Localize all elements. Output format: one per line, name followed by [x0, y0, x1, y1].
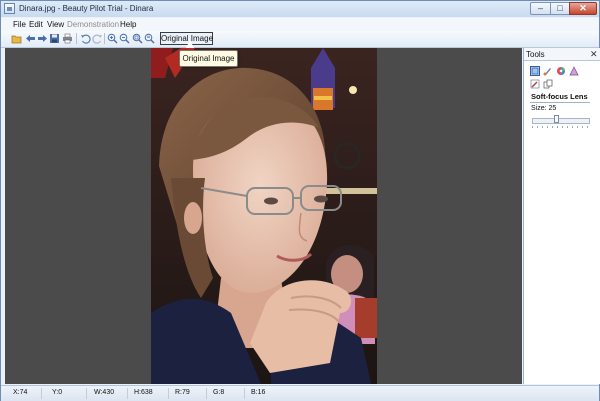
window-title: Dinara.jpg - Beauty Pilot Trial - Dinara — [19, 4, 154, 13]
status-separator — [86, 388, 87, 399]
brush-icon[interactable] — [543, 66, 553, 76]
status-separator — [206, 388, 207, 399]
copy-icon[interactable] — [543, 79, 553, 89]
status-separator — [244, 388, 245, 399]
tools-close-icon[interactable]: ✕ — [590, 49, 598, 60]
zoom-actual-icon[interactable] — [132, 33, 143, 44]
status-r: R:79 — [175, 389, 190, 396]
size-slider-track[interactable] — [532, 118, 590, 124]
size-slider-thumb[interactable] — [553, 115, 559, 123]
status-y: Y:0 — [52, 389, 63, 396]
triangle-adjust-icon[interactable] — [569, 66, 579, 76]
tools-panel: Tools ✕ Soft-focus Lens Size: 25 — [523, 48, 600, 384]
close-button[interactable]: ✕ — [569, 2, 597, 15]
status-g: G:8 — [213, 389, 225, 396]
menu-demonstration[interactable]: Demonstration — [67, 20, 119, 29]
status-separator — [168, 388, 169, 399]
maximize-button[interactable]: □ — [550, 2, 570, 15]
save-icon[interactable] — [49, 33, 60, 44]
size-label: Size: 25 — [531, 105, 557, 112]
wand-icon[interactable] — [530, 79, 540, 89]
status-h: H:638 — [134, 389, 153, 396]
undo-icon[interactable] — [80, 33, 91, 44]
tools-header: Tools ✕ — [524, 48, 600, 61]
zoom-fit-icon[interactable] — [144, 33, 155, 44]
menu-view[interactable]: View — [47, 20, 64, 29]
menu-help[interactable]: Help — [120, 20, 136, 29]
toolbar-separator — [104, 33, 105, 44]
selected-tool-label: Soft-focus Lens — [531, 92, 588, 101]
image-canvas[interactable] — [5, 48, 522, 384]
zoom-out-icon[interactable] — [119, 33, 130, 44]
status-separator — [41, 388, 42, 399]
color-wheel-icon[interactable] — [556, 66, 566, 76]
status-w: W:430 — [94, 389, 115, 396]
size-slider-ticks — [532, 126, 590, 128]
portrait-photo — [151, 48, 377, 384]
tooltip: Original Image — [179, 50, 238, 67]
mouse-cursor-icon — [186, 40, 194, 48]
tools-title: Tools — [526, 50, 545, 59]
toolbar-separator — [76, 33, 77, 44]
menu-edit[interactable]: Edit — [29, 20, 43, 29]
soft-focus-lens-icon[interactable] — [530, 66, 540, 76]
app-icon — [4, 3, 15, 14]
status-x: X:74 — [13, 389, 28, 396]
zoom-in-icon[interactable] — [107, 33, 118, 44]
app-window: Dinara.jpg - Beauty Pilot Trial - Dinara… — [0, 0, 600, 401]
menu-file[interactable]: File — [13, 20, 26, 29]
print-icon[interactable] — [62, 33, 73, 44]
title-bar: Dinara.jpg - Beauty Pilot Trial - Dinara… — [1, 1, 599, 17]
open-icon[interactable] — [11, 33, 22, 44]
divider — [530, 102, 590, 103]
status-bar: X:74 Y:0 W:430 H:638 R:79 G:8 B:16 — [1, 385, 599, 401]
menu-bar: File Edit View Demonstration Help — [1, 18, 599, 31]
forward-icon[interactable] — [37, 33, 48, 44]
status-separator — [127, 388, 128, 399]
toolbar: Original Image — [1, 31, 599, 48]
redo-icon[interactable] — [92, 33, 103, 44]
minimize-button[interactable]: – — [530, 2, 551, 15]
back-icon[interactable] — [25, 33, 36, 44]
status-b: B:16 — [251, 389, 266, 396]
